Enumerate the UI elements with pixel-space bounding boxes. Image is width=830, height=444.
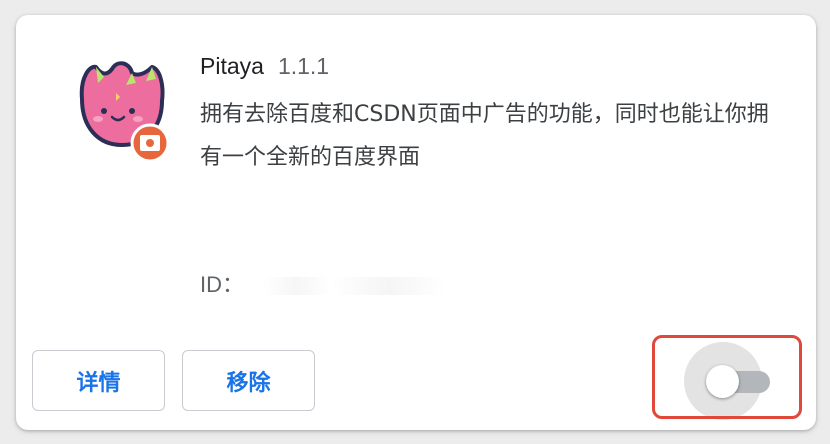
remove-button[interactable]: 移除 <box>182 350 315 411</box>
extension-id-row: ID： <box>200 267 493 299</box>
pitaya-logo-icon <box>79 61 170 163</box>
extension-id-label: ID： <box>200 272 245 297</box>
extension-card: Pitaya 1.1.1 拥有去除百度和CSDN页面中广告的功能，同时也能让你拥有… <box>16 15 816 430</box>
extension-id-redacted <box>262 277 493 296</box>
extension-version: 1.1.1 <box>277 53 330 79</box>
extension-name: Pitaya <box>200 53 264 79</box>
highlight-annotation <box>652 335 802 419</box>
details-button[interactable]: 详情 <box>32 350 165 411</box>
extension-description: 拥有去除百度和CSDN页面中广告的功能，同时也能让你拥有一个全新的百度界面 <box>200 102 769 170</box>
extension-title: Pitaya 1.1.1 <box>200 53 329 80</box>
